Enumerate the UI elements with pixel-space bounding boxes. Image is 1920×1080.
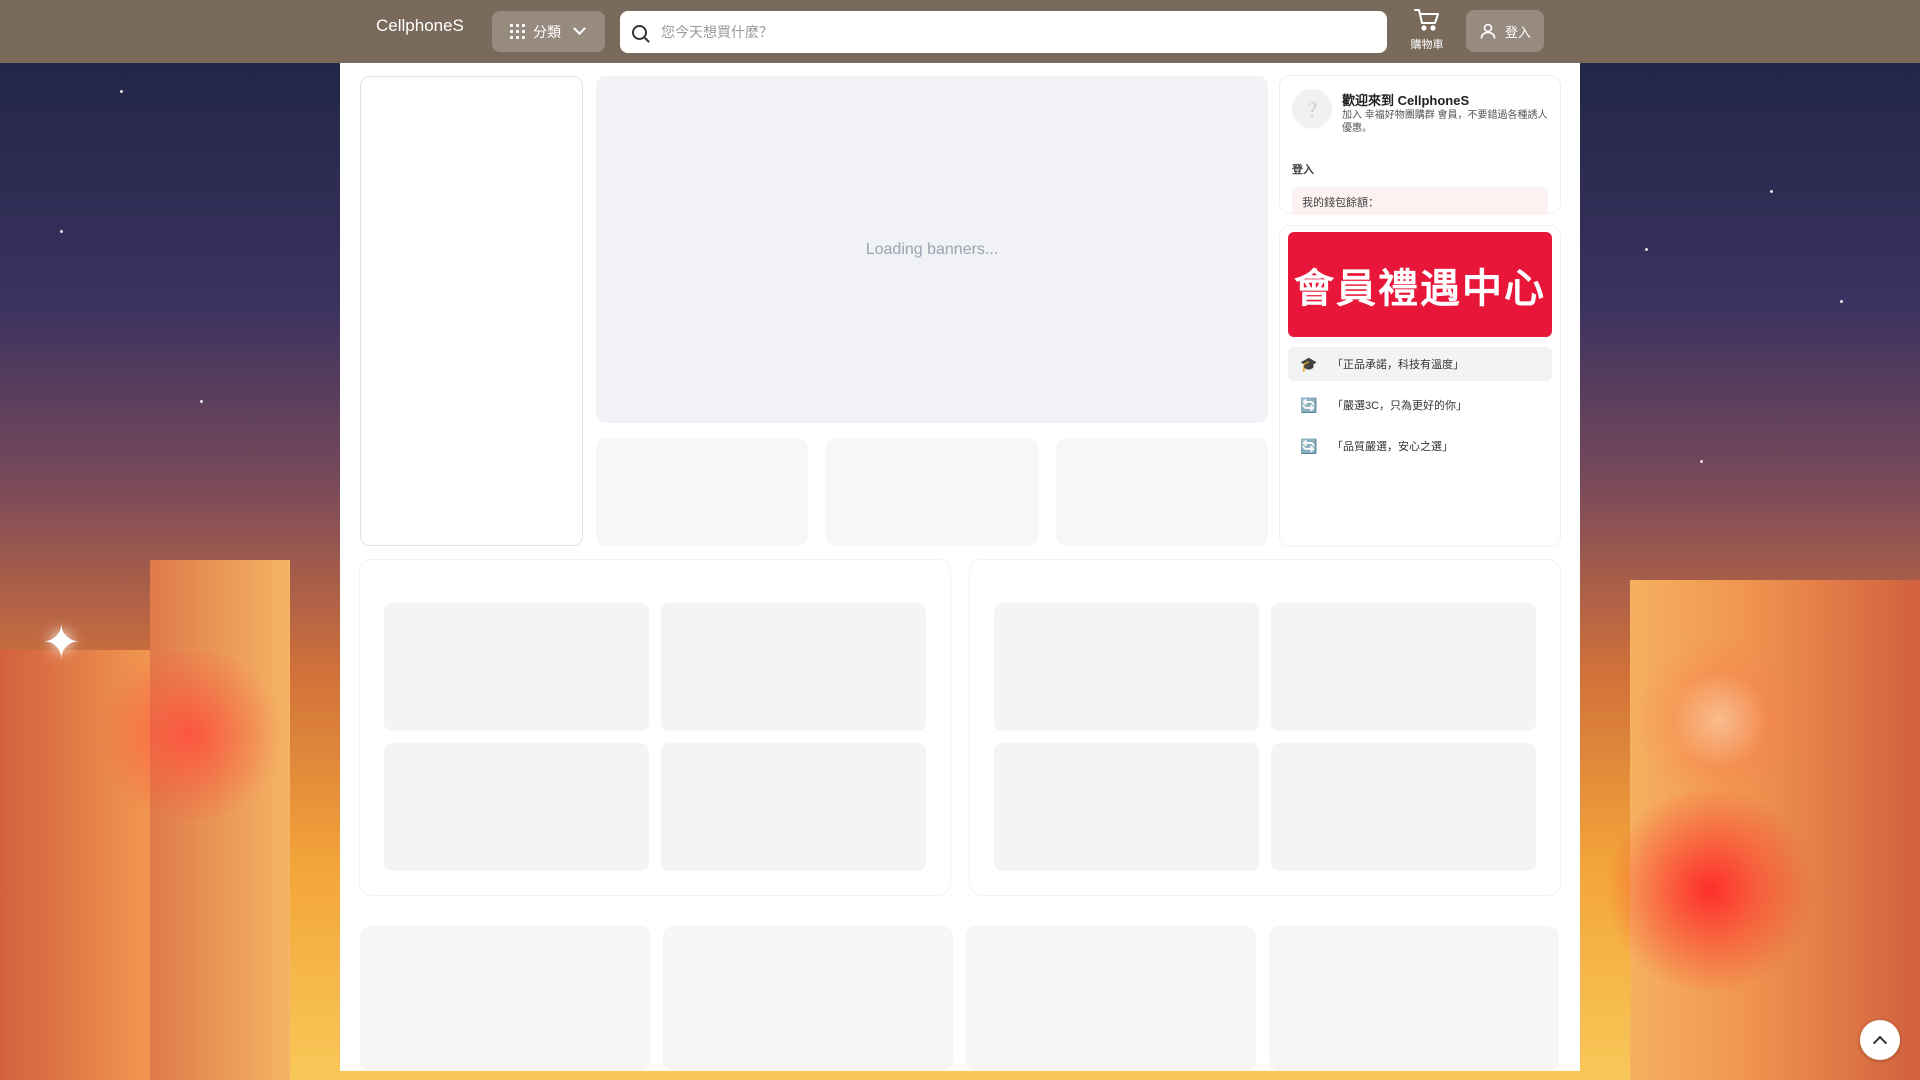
refresh-icon: 🔄 (1300, 437, 1318, 454)
profile-login-link[interactable]: 登入 (1292, 161, 1314, 177)
promo-item[interactable]: 🎓 「正品承諾，科技有溫度」 (1288, 347, 1552, 381)
promo-item[interactable]: 🔄 「嚴選3C，只為更好的你」 (1288, 388, 1552, 422)
promo-item[interactable]: 🔄 「品質嚴選，安心之選」 (1288, 429, 1552, 463)
welcome-profile-card: ❔ 歡迎來到 CellphoneS 加入 幸福好物團購群 會員，不要錯過各種誘人… (1280, 76, 1560, 215)
site-logo[interactable]: CellphoneS (376, 16, 464, 36)
login-label: 登入 (1504, 24, 1531, 40)
product-tile-skeleton (994, 603, 1259, 731)
sparkle-icon: ✦ (42, 616, 81, 668)
promo-item-label: 「品質嚴選，安心之選」 (1332, 441, 1453, 453)
main-container: Loading banners... ❔ 歡迎來到 CellphoneS 加入 … (340, 63, 1580, 1071)
product-tile-skeleton (1271, 743, 1536, 871)
search-bar[interactable] (620, 11, 1387, 53)
avatar-placeholder-icon: ❔ (1303, 100, 1321, 117)
avatar: ❔ (1292, 89, 1332, 129)
bottom-card-skeleton (663, 926, 953, 1071)
category-menu-panel (360, 76, 583, 546)
hero-banner-placeholder: Loading banners... (596, 76, 1268, 423)
cart-icon (1414, 8, 1440, 32)
member-promo-card: 會員禮遇中心 🎓 「正品承諾，科技有溫度」 🔄 「嚴選3C，只為更好的你」 🔄 … (1280, 226, 1560, 546)
welcome-subtitle: 加入 幸福好物團購群 會員，不要錯過各種誘人優惠。 (1342, 110, 1548, 134)
search-input[interactable] (661, 24, 1361, 40)
graduation-cap-icon: 🎓 (1300, 355, 1318, 372)
promo-item-label: 「嚴選3C，只為更好的你」 (1332, 400, 1468, 412)
product-tile-skeleton (661, 603, 926, 731)
wallet-balance: 我的錢包餘額： (1292, 187, 1548, 215)
chevron-down-icon (573, 22, 586, 36)
member-center-banner[interactable]: 會員禮遇中心 (1288, 232, 1552, 337)
back-to-top-button[interactable] (1860, 1020, 1900, 1060)
search-icon (632, 24, 647, 40)
user-icon (1479, 22, 1497, 40)
sub-banner-placeholder (596, 438, 808, 546)
grid-icon (510, 24, 525, 39)
product-tile-skeleton (1271, 603, 1536, 731)
product-section-skeleton (970, 560, 1560, 895)
top-header: CellphoneS 分類 購物車 登入 (0, 0, 1920, 63)
refresh-icon: 🔄 (1300, 396, 1318, 413)
category-button[interactable]: 分類 (492, 11, 605, 52)
sub-banner-placeholder (826, 438, 1038, 546)
product-tile-skeleton (661, 743, 926, 871)
bottom-card-skeleton (966, 926, 1256, 1071)
cart-label: 購物車 (1410, 39, 1444, 51)
red-envelope-glow (90, 650, 290, 820)
product-tile-skeleton (384, 743, 649, 871)
promo-item-label: 「正品承諾，科技有溫度」 (1332, 359, 1464, 371)
login-button[interactable]: 登入 (1466, 10, 1544, 52)
firework-decoration (1630, 640, 1810, 800)
product-tile-skeleton (994, 743, 1259, 871)
banner-loading-text: Loading banners... (865, 240, 999, 258)
category-label: 分類 (533, 23, 561, 40)
building-shape (150, 560, 290, 1080)
product-section-skeleton (360, 560, 950, 895)
red-envelope-glow (1600, 790, 1820, 990)
cart-button[interactable]: 購物車 (1402, 8, 1452, 52)
product-tile-skeleton (384, 603, 649, 731)
chevron-up-icon (1872, 1035, 1888, 1050)
bottom-card-skeleton (360, 926, 650, 1071)
welcome-title: 歡迎來到 CellphoneS (1342, 93, 1470, 108)
sub-banner-placeholder (1056, 438, 1268, 546)
bottom-card-skeleton (1269, 926, 1559, 1071)
